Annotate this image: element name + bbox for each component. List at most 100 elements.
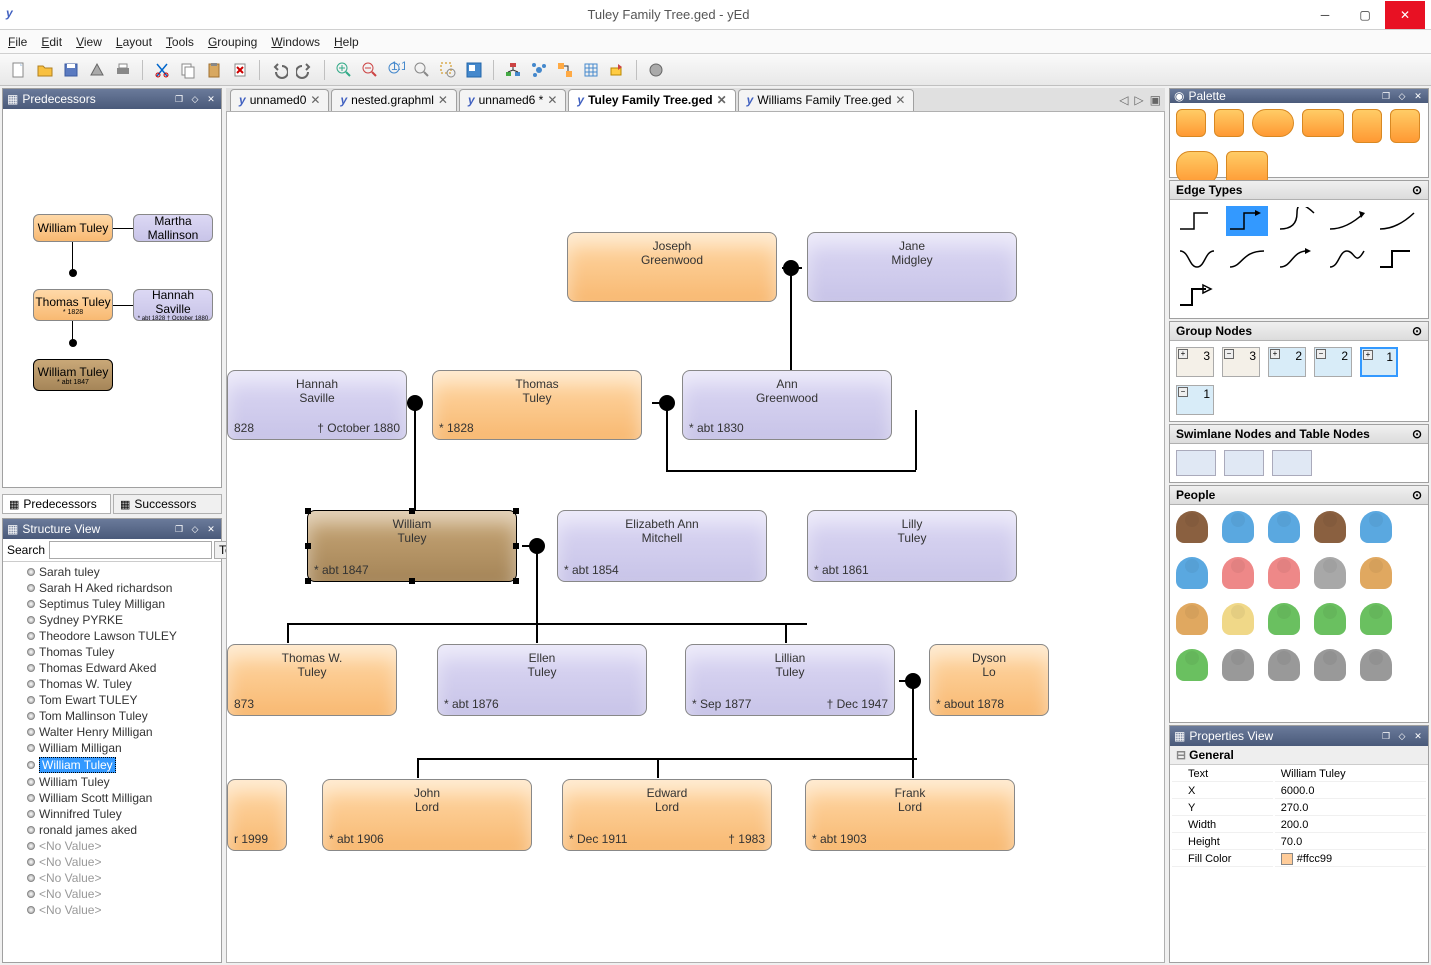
mini-node[interactable]: Thomas Tuley* 1828: [33, 289, 113, 321]
tab-close-icon[interactable]: ✕: [895, 93, 905, 107]
graph-node[interactable]: JohnLord * abt 1906: [322, 779, 532, 851]
close-button[interactable]: ✕: [1385, 1, 1425, 29]
panel-min-icon[interactable]: ◇: [189, 93, 201, 105]
edge-type[interactable]: [1376, 244, 1418, 274]
graph-node[interactable]: AnnGreenwood * abt 1830: [682, 370, 892, 440]
graph-node[interactable]: LillyTuley * abt 1861: [807, 510, 1017, 582]
swimlane-node[interactable]: [1176, 450, 1216, 476]
graph-node[interactable]: EdwardLord * Dec 1911† 1983: [562, 779, 772, 851]
zoom-fit-icon[interactable]: [411, 59, 433, 81]
collapse-icon[interactable]: ⊙: [1412, 488, 1422, 502]
edge-type[interactable]: [1276, 206, 1318, 236]
menu-tools[interactable]: Tools: [166, 35, 194, 49]
new-doc-icon[interactable]: [8, 59, 30, 81]
maximize-button[interactable]: ▢: [1345, 1, 1385, 29]
zoom-in-icon[interactable]: [333, 59, 355, 81]
overview-icon[interactable]: [463, 59, 485, 81]
tab-prev-icon[interactable]: ◁: [1119, 93, 1128, 107]
zoom-sel-icon[interactable]: [437, 59, 459, 81]
property-row[interactable]: Width200.0: [1172, 818, 1426, 833]
structure-item[interactable]: Tom Ewart TULEY: [7, 692, 217, 708]
layout-hier-icon[interactable]: [502, 59, 524, 81]
mini-node[interactable]: Hannah Saville* abt 1828 † October 1880: [133, 289, 213, 321]
tab-close-icon[interactable]: ✕: [717, 93, 727, 107]
menu-layout[interactable]: Layout: [116, 35, 152, 49]
structure-item[interactable]: <No Value>: [7, 854, 217, 870]
group-node-selected[interactable]: +1: [1360, 347, 1398, 377]
person-icon[interactable]: [1176, 557, 1208, 589]
menu-view[interactable]: View: [76, 35, 102, 49]
mini-node[interactable]: William Tuley: [33, 214, 113, 242]
swimlane-node[interactable]: [1224, 450, 1264, 476]
graph-node[interactable]: EllenTuley * abt 1876: [437, 644, 647, 716]
print-icon[interactable]: [112, 59, 134, 81]
tab-close-icon[interactable]: ✕: [547, 93, 557, 107]
edge-type[interactable]: [1176, 206, 1218, 236]
group-node[interactable]: −3: [1222, 347, 1260, 377]
menu-file[interactable]: File: [8, 35, 27, 49]
document-tab[interactable]: yTuley Family Tree.ged✕: [568, 89, 735, 111]
structure-item[interactable]: Sydney PYRKE: [7, 612, 217, 628]
collapse-icon[interactable]: ⊙: [1412, 427, 1422, 441]
property-row[interactable]: Height70.0: [1172, 835, 1426, 850]
predecessors-tab[interactable]: ▦ Predecessors: [2, 494, 111, 514]
menu-grouping[interactable]: Grouping: [208, 35, 257, 49]
graph-node[interactable]: DysonLo * about 1878: [929, 644, 1049, 716]
person-icon[interactable]: [1360, 557, 1392, 589]
panel-float-icon[interactable]: ❐: [1380, 90, 1392, 102]
person-icon[interactable]: [1268, 511, 1300, 543]
edge-type[interactable]: [1176, 282, 1218, 312]
layout-organic-icon[interactable]: [528, 59, 550, 81]
graph-node[interactable]: HannahSaville 828† October 1880: [227, 370, 407, 440]
export-icon[interactable]: [86, 59, 108, 81]
person-icon[interactable]: [1360, 511, 1392, 543]
collapse-icon[interactable]: ⊙: [1412, 183, 1422, 197]
edge-type[interactable]: [1176, 244, 1218, 274]
graph-node-selected[interactable]: WilliamTuley * abt 1847: [307, 510, 517, 582]
structure-item[interactable]: William Scott Milligan: [7, 790, 217, 806]
person-icon[interactable]: [1314, 649, 1346, 681]
panel-float-icon[interactable]: ❐: [173, 523, 185, 535]
structure-item[interactable]: Sarah H Aked richardson: [7, 580, 217, 596]
person-icon[interactable]: [1176, 603, 1208, 635]
shape-square[interactable]: [1214, 109, 1244, 137]
tab-close-icon[interactable]: ✕: [438, 93, 448, 107]
person-icon[interactable]: [1268, 603, 1300, 635]
person-icon[interactable]: [1222, 649, 1254, 681]
structure-item[interactable]: William Tuley: [7, 756, 217, 774]
tab-next-icon[interactable]: ▷: [1134, 93, 1143, 107]
predecessors-canvas[interactable]: William Tuley Martha Mallinson Thomas Tu…: [3, 109, 221, 487]
person-icon[interactable]: [1222, 603, 1254, 635]
cut-icon[interactable]: [151, 59, 173, 81]
shape-square[interactable]: [1176, 109, 1206, 137]
structure-list[interactable]: Sarah tuleySarah H Aked richardsonSeptim…: [3, 562, 221, 962]
open-icon[interactable]: [34, 59, 56, 81]
graph-canvas[interactable]: JosephGreenwood JaneMidgley HannahSavill…: [226, 112, 1165, 963]
graph-node[interactable]: ThomasTuley * 1828: [432, 370, 642, 440]
shape-square[interactable]: [1352, 109, 1382, 143]
person-icon[interactable]: [1222, 557, 1254, 589]
copy-icon[interactable]: [177, 59, 199, 81]
structure-item[interactable]: Thomas Tuley: [7, 644, 217, 660]
shape-pill[interactable]: [1252, 109, 1294, 137]
panel-close-icon[interactable]: ✕: [1412, 90, 1424, 102]
zoom-100-icon[interactable]: 1:1: [385, 59, 407, 81]
panel-close-icon[interactable]: ✕: [205, 523, 217, 535]
property-row[interactable]: Y270.0: [1172, 801, 1426, 816]
person-icon[interactable]: [1222, 511, 1254, 543]
structure-item[interactable]: William Milligan: [7, 740, 217, 756]
person-icon[interactable]: [1176, 511, 1208, 543]
zoom-out-icon[interactable]: [359, 59, 381, 81]
group-node[interactable]: +2: [1268, 347, 1306, 377]
structure-item[interactable]: Tom Mallinson Tuley: [7, 708, 217, 724]
structure-item[interactable]: <No Value>: [7, 902, 217, 918]
undo-icon[interactable]: [268, 59, 290, 81]
property-row[interactable]: Fill Color#ffcc99: [1172, 852, 1426, 867]
person-icon[interactable]: [1314, 511, 1346, 543]
panel-min-icon[interactable]: ◇: [1396, 90, 1408, 102]
graph-node[interactable]: JaneMidgley: [807, 232, 1017, 302]
property-row[interactable]: X6000.0: [1172, 784, 1426, 799]
panel-min-icon[interactable]: ◇: [189, 523, 201, 535]
structure-item[interactable]: Sarah tuley: [7, 564, 217, 580]
document-tab[interactable]: ynested.graphml✕: [331, 89, 456, 111]
